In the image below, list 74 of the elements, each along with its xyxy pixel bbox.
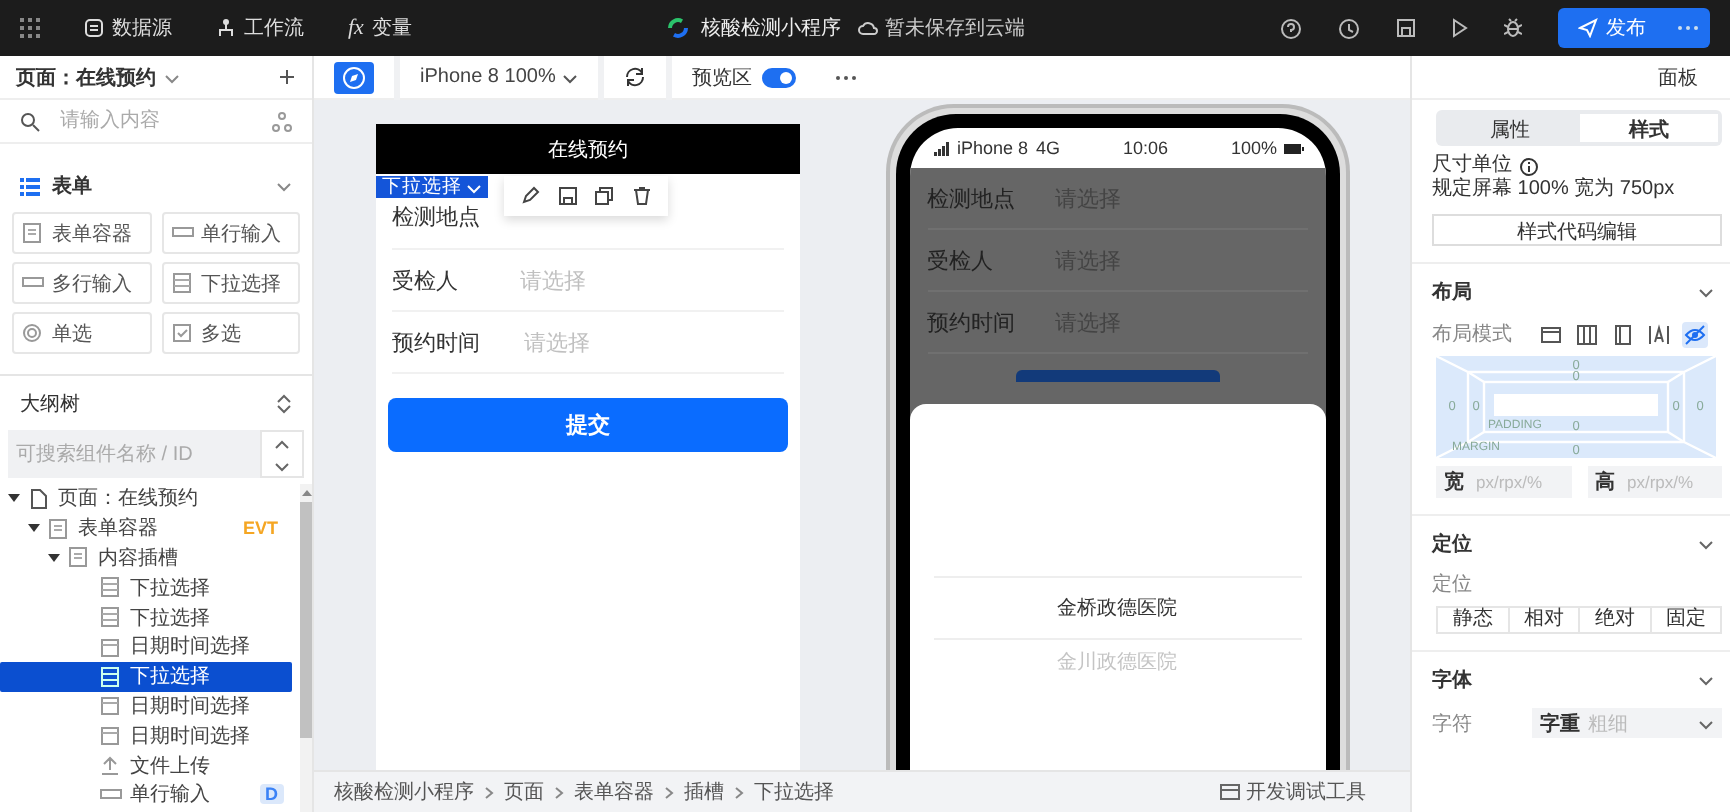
breadcrumb-item[interactable]: 页面	[504, 778, 544, 806]
component-card[interactable]: 单行输入	[161, 212, 300, 254]
network-type: 4G	[1036, 138, 1061, 158]
tree-item[interactable]: 日期时间选择	[0, 720, 292, 751]
segment-option[interactable]: 静态	[1438, 608, 1509, 632]
height-field[interactable]: 高 px/rpx/%	[1587, 466, 1722, 498]
segment-option[interactable]: 相对	[1509, 608, 1580, 632]
debug-tools-button[interactable]: 开发调试工具	[1220, 778, 1366, 806]
carrier-name: iPhone 8	[957, 138, 1029, 158]
field-label: 高	[1593, 468, 1617, 496]
field-label: 预约时间	[927, 309, 1017, 337]
field-label: 预约时间	[392, 329, 480, 357]
field-label: 布局模式	[1432, 321, 1514, 348]
panel-title: 大纲树	[20, 391, 80, 417]
preview-label: 预览区	[691, 65, 752, 91]
battery-percent: 100%	[1230, 138, 1277, 158]
tree-item[interactable]: 日期时间选择	[0, 691, 292, 721]
component-card[interactable]: 单选	[12, 312, 151, 354]
component-card[interactable]: 表单容器	[12, 212, 151, 254]
section-title: 表单	[52, 173, 92, 200]
width-input[interactable]: px/rpx/%	[1472, 470, 1560, 494]
tree-item[interactable]: 单行输入 D	[0, 779, 292, 810]
picker-option[interactable]: 金桥政德医院	[933, 576, 1301, 640]
component-card[interactable]: 多行输入	[12, 262, 151, 304]
tab[interactable]: 属性	[1440, 114, 1579, 142]
section-title: 布局	[1432, 279, 1472, 306]
tag: D	[259, 784, 284, 805]
search-field[interactable]: 可搜索组件名称 / ID	[8, 430, 260, 478]
clock: 10:06	[1122, 138, 1169, 158]
code-edit-button[interactable]: 样式代码编辑	[1432, 214, 1722, 246]
field-label: 受检人	[927, 247, 995, 275]
breadcrumb-item[interactable]: 表单容器	[574, 778, 654, 806]
page-title-bar: 在线预约	[376, 124, 800, 174]
unit-note: 规定屏幕 100% 宽为 750px	[1432, 178, 1675, 202]
field-label: 尺寸单位	[1432, 154, 1512, 177]
field-label: 定位	[1430, 571, 1474, 598]
workflow-nav-link[interactable]: 工作流	[216, 14, 304, 42]
component-card[interactable]: 多选	[161, 312, 300, 354]
field-label: 字符	[1432, 711, 1474, 737]
section-title: 定位	[1432, 530, 1472, 558]
breadcrumb-item[interactable]: 核酸检测小程序	[334, 778, 474, 806]
breadcrumb-item[interactable]: 插槽	[684, 778, 724, 806]
field-label: 受检人	[392, 267, 460, 295]
field-label: 检测地点	[392, 203, 480, 232]
tag: EVT	[236, 518, 284, 539]
tree-item[interactable]: 页面：在线预约	[0, 484, 292, 514]
variable-nav-link[interactable]: fx 变量	[348, 14, 412, 42]
height-input[interactable]: px/rpx/%	[1623, 470, 1711, 494]
section-title: 字体	[1432, 666, 1472, 694]
tree-item[interactable]: 日期时间选择	[0, 631, 292, 662]
tree-item[interactable]: 下拉选择	[0, 572, 292, 603]
breadcrumb-item[interactable]: 下拉选择	[754, 778, 834, 806]
function-icon: fx	[348, 16, 364, 40]
segment-option[interactable]: 固定	[1651, 608, 1720, 632]
tree-item[interactable]: 表单容器 EVT	[0, 513, 292, 544]
search-field[interactable]: 请输入内容	[52, 101, 260, 141]
app-title: 核酸检测小程序	[700, 15, 841, 42]
selection-tag[interactable]: 下拉选择	[376, 176, 488, 198]
tree-item[interactable]: 内容插槽	[0, 543, 292, 573]
submit-button[interactable]: 提交	[388, 398, 788, 452]
page-selector[interactable]: 页面：在线预约	[16, 63, 180, 91]
width-field[interactable]: 宽 px/rpx/%	[1436, 466, 1571, 498]
datasource-nav-link[interactable]: 数据源	[84, 14, 172, 42]
tree-item[interactable]: 文件上传	[0, 750, 292, 780]
tree-item[interactable]: 下拉选择	[0, 661, 292, 692]
tab[interactable]: 样式	[1579, 114, 1718, 142]
field-label: 宽	[1442, 468, 1466, 496]
save-status: 暂未保存到云端	[884, 15, 1025, 42]
tree-item[interactable]: 下拉选择	[0, 602, 292, 632]
segment-option[interactable]: 绝对	[1580, 608, 1651, 632]
component-card[interactable]: 下拉选择	[161, 262, 300, 304]
field-label: 检测地点	[927, 185, 1017, 213]
panel-button[interactable]: 面板	[1658, 63, 1698, 91]
font-weight-select[interactable]: 字重 粗细	[1532, 708, 1722, 738]
